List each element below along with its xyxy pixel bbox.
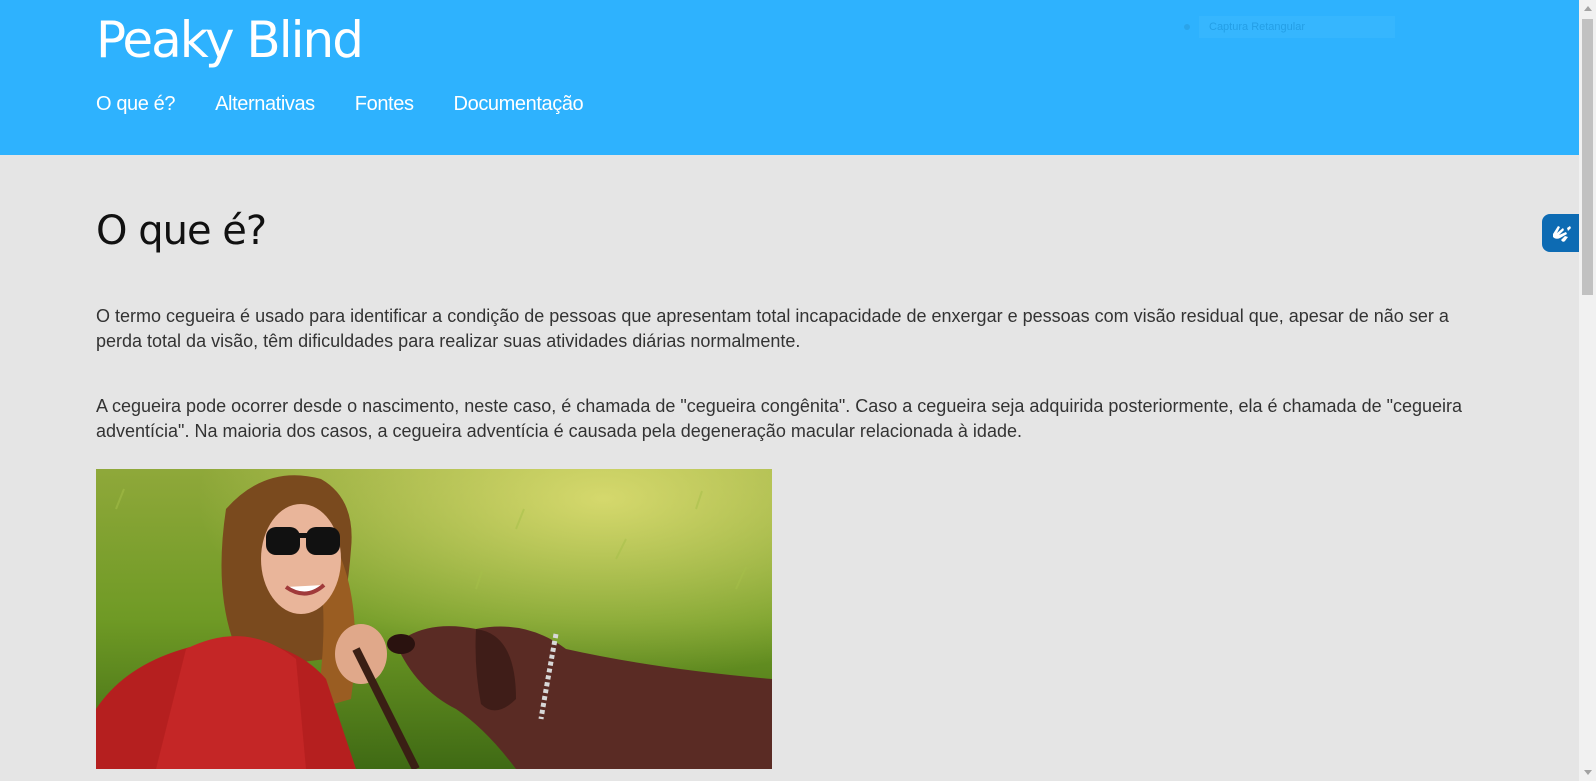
accessibility-button[interactable] bbox=[1542, 214, 1580, 252]
site-header: Peaky Blind O que é? Alternativas Fontes… bbox=[0, 0, 1579, 155]
page-scrollbar[interactable] bbox=[1579, 0, 1596, 781]
capture-label[interactable]: Captura Retangular bbox=[1199, 16, 1395, 38]
site-title[interactable]: Peaky Blind bbox=[96, 8, 364, 72]
main-nav: O que é? Alternativas Fontes Documentaçã… bbox=[96, 90, 623, 118]
nav-link-o-que-e[interactable]: O que é? bbox=[96, 90, 175, 118]
capture-dot-icon bbox=[1184, 24, 1190, 30]
rectangular-capture-widget[interactable]: Captura Retangular bbox=[1184, 16, 1396, 38]
scroll-up-arrow-icon[interactable] bbox=[1584, 6, 1592, 11]
scrollbar-thumb[interactable] bbox=[1582, 19, 1593, 295]
nav-link-alternativas[interactable]: Alternativas bbox=[215, 90, 315, 118]
section-heading: O que é? bbox=[96, 208, 267, 254]
woman-with-dog-photo bbox=[96, 469, 772, 769]
nav-link-fontes[interactable]: Fontes bbox=[355, 90, 414, 118]
paragraph-definition: O termo cegueira é usado para identifica… bbox=[96, 306, 1449, 351]
main-content: O que é? O termo cegueira é usado para i… bbox=[96, 195, 1482, 441]
nav-link-documentacao[interactable]: Documentação bbox=[454, 90, 584, 118]
sign-language-hands-icon bbox=[1553, 226, 1571, 242]
scroll-down-arrow-icon[interactable] bbox=[1584, 770, 1592, 775]
paragraph-types: A cegueira pode ocorrer desde o nascimen… bbox=[96, 396, 1463, 441]
